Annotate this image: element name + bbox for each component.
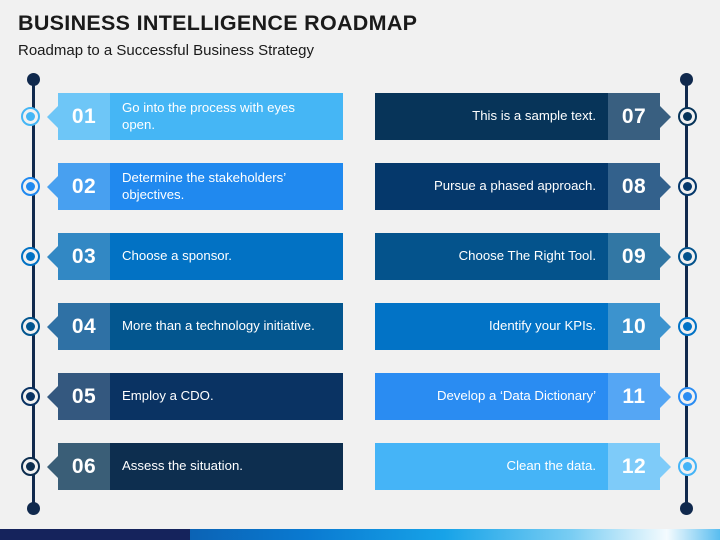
timeline-marker-04 [21,317,40,336]
timeline-marker-01 [21,107,40,126]
pointer-arrow-icon-10 [660,315,671,338]
timeline-marker-03 [21,247,40,266]
timeline-marker-11 [678,387,697,406]
step-number-12: 12 [608,443,660,490]
step-label-09: Choose The Right Tool. [458,248,596,264]
roadmap-step-05[interactable]: 05 Employ a CDO. [21,373,343,420]
step-number-07: 07 [608,93,660,140]
step-bar-09: 09 Choose The Right Tool. [375,233,660,280]
step-number-10: 10 [608,303,660,350]
step-label-10: Identify your KPIs. [488,318,596,334]
pointer-arrow-icon-04 [47,315,58,338]
roadmap-step-06[interactable]: 06 Assess the situation. [21,443,343,490]
roadmap-diagram: 01 Go into the process with eyes open. 02 D… [0,0,720,540]
pointer-arrow-icon-01 [47,105,58,128]
step-label-02: Determine the stakeholders’ objectives. [122,170,286,202]
pointer-arrow-icon-02 [47,175,58,198]
pointer-arrow-icon-05 [47,385,58,408]
step-number-05: 05 [58,373,110,420]
pointer-arrow-icon-08 [660,175,671,198]
roadmap-step-02[interactable]: 02 Determine the stakeholders’ objectives… [21,163,343,210]
pointer-arrow-icon-11 [660,385,671,408]
axis-cap-top-right [680,73,693,86]
timeline-marker-05 [21,387,40,406]
step-bar-05: 05 Employ a CDO. [58,373,343,420]
step-bar-10: 10 Identify your KPIs. [375,303,660,350]
timeline-marker-08 [678,177,697,196]
step-label-05: Employ a CDO. [122,388,214,404]
step-bar-07: 07 This is a sample text. [375,93,660,140]
pointer-arrow-icon-12 [660,455,671,478]
roadmap-step-07[interactable]: 07 This is a sample text. [375,93,697,140]
footer-gradient-segment [190,529,720,540]
pointer-arrow-icon-06 [47,455,58,478]
timeline-marker-12 [678,457,697,476]
timeline-marker-06 [21,457,40,476]
roadmap-step-09[interactable]: 09 Choose The Right Tool. [375,233,697,280]
step-number-01: 01 [58,93,110,140]
axis-cap-bottom-right [680,502,693,515]
step-number-02: 02 [58,163,110,210]
timeline-axis-left [27,73,40,515]
step-bar-08: 08 Pursue a phased approach. [375,163,660,210]
step-number-03: 03 [58,233,110,280]
step-label-04: More than a technology initiative. [122,318,315,334]
roadmap-step-01[interactable]: 01 Go into the process with eyes open. [21,93,343,140]
pointer-arrow-icon-09 [660,245,671,268]
footer-accent-bar [0,529,720,540]
roadmap-step-04[interactable]: 04 More than a technology initiative. [21,303,343,350]
axis-cap-top-left [27,73,40,86]
step-number-04: 04 [58,303,110,350]
step-bar-04: 04 More than a technology initiative. [58,303,343,350]
roadmap-step-11[interactable]: 11 Develop a ‘Data Dictionary’ [375,373,697,420]
step-number-09: 09 [608,233,660,280]
step-label-07: This is a sample text. [472,108,596,124]
timeline-axis-right [680,73,693,515]
roadmap-step-10[interactable]: 10 Identify your KPIs. [375,303,697,350]
step-bar-01: 01 Go into the process with eyes open. [58,93,343,140]
step-bar-11: 11 Develop a ‘Data Dictionary’ [375,373,660,420]
step-number-06: 06 [58,443,110,490]
step-label-06: Assess the situation. [122,458,243,474]
footer-solid-segment [0,529,190,540]
step-label-11: Develop a ‘Data Dictionary’ [436,388,596,404]
step-bar-06: 06 Assess the situation. [58,443,343,490]
timeline-marker-02 [21,177,40,196]
step-label-01: Go into the process with eyes open. [122,100,295,132]
timeline-marker-07 [678,107,697,126]
step-label-08: Pursue a phased approach. [433,178,596,194]
roadmap-step-03[interactable]: 03 Choose a sponsor. [21,233,343,280]
roadmap-step-12[interactable]: 12 Clean the data. [375,443,697,490]
step-number-08: 08 [608,163,660,210]
step-label-12: Clean the data. [506,458,596,474]
pointer-arrow-icon-03 [47,245,58,268]
pointer-arrow-icon-07 [660,105,671,128]
timeline-marker-09 [678,247,697,266]
axis-cap-bottom-left [27,502,40,515]
step-bar-12: 12 Clean the data. [375,443,660,490]
step-number-11: 11 [608,373,660,420]
step-label-03: Choose a sponsor. [122,248,232,264]
step-bar-03: 03 Choose a sponsor. [58,233,343,280]
timeline-marker-10 [678,317,697,336]
step-bar-02: 02 Determine the stakeholders’ objectives… [58,163,343,210]
roadmap-step-08[interactable]: 08 Pursue a phased approach. [375,163,697,210]
